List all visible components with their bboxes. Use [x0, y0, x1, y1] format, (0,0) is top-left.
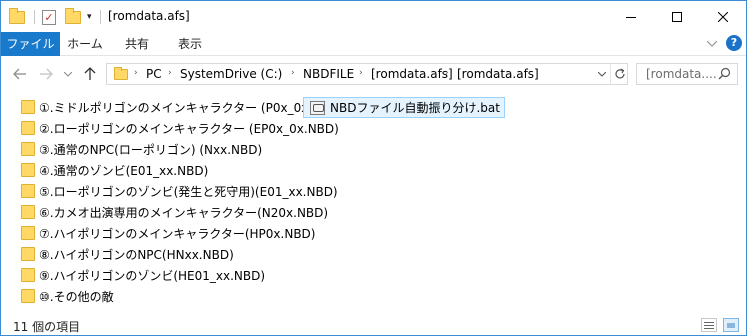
- batch-file-icon: [310, 100, 325, 115]
- breadcrumb-nbdfile[interactable]: NBDFILE: [303, 67, 354, 81]
- chevron-right-icon[interactable]: ›: [291, 68, 295, 78]
- breadcrumb-pc[interactable]: PC: [146, 67, 162, 81]
- customize-toolbar-icon[interactable]: ▾: [87, 8, 92, 26]
- folder-name: ④.通常のゾンビ(E01_xx.NBD): [39, 163, 209, 178]
- folder-icon: [21, 247, 35, 261]
- chevron-right-icon[interactable]: ›: [445, 68, 449, 78]
- navigation-bar: › PC › SystemDrive (C:) › NBDFILE › [rom…: [1, 57, 746, 91]
- search-icon[interactable]: [718, 67, 731, 83]
- close-button[interactable]: [700, 1, 746, 32]
- breadcrumb-romdata-afs-current[interactable]: [romdata.afs]: [457, 67, 539, 81]
- address-history-button[interactable]: [594, 64, 610, 84]
- folder-name: ②.ローポリゴンのメインキャラクター (EP0x_0x.NBD): [39, 121, 339, 136]
- breadcrumb-systemdrive[interactable]: SystemDrive (C:): [180, 67, 282, 81]
- chevron-down-icon: [707, 41, 717, 47]
- ribbon-expand-button[interactable]: [704, 36, 720, 52]
- folder-icon: [21, 163, 35, 177]
- arrow-left-icon: [13, 68, 26, 80]
- window-title: [romdata.afs]: [108, 9, 190, 23]
- status-bar: 11 個の項目: [1, 315, 746, 335]
- chevron-right-icon[interactable]: ›: [134, 68, 138, 78]
- forward-button[interactable]: [37, 65, 55, 83]
- folder-icon: [21, 226, 35, 240]
- chevron-down-icon: [598, 71, 606, 77]
- folder-icon: [21, 100, 35, 114]
- back-button[interactable]: [11, 65, 29, 83]
- list-item[interactable]: ⑤.ローポリゴンのゾンビ(発生と死守用)(E01_xx.NBD): [21, 181, 338, 201]
- folder-name: ⑦.ハイポリゴンのメインキャラクター(HP0x.NBD): [39, 226, 316, 241]
- folder-icon: [21, 205, 35, 219]
- refresh-icon: [614, 68, 625, 79]
- search-input[interactable]: [romdata....: [646, 67, 717, 81]
- breadcrumb-romdata-afs[interactable]: [romdata.afs]: [371, 67, 453, 81]
- list-item[interactable]: ⑥.カメオ出演専用のメインキャラクター(N20x.NBD): [21, 202, 328, 222]
- up-button[interactable]: [81, 65, 99, 83]
- maximize-icon: [672, 11, 682, 22]
- folder-name: ③.通常のNPC(ローポリゴン) (Nxx.NBD): [39, 142, 263, 157]
- properties-icon[interactable]: ✓: [42, 8, 56, 26]
- folder-name: ⑥.カメオ出演専用のメインキャラクター(N20x.NBD): [39, 205, 329, 220]
- tab-home[interactable]: ホーム: [62, 32, 108, 56]
- list-item[interactable]: ③.通常のNPC(ローポリゴン) (Nxx.NBD): [21, 139, 262, 159]
- folder-icon: [21, 184, 35, 198]
- refresh-button[interactable]: [610, 64, 628, 84]
- list-item[interactable]: ⑨.ハイポリゴンのゾンビ(HE01_xx.NBD): [21, 265, 265, 285]
- folder-icon: [114, 67, 128, 80]
- tab-file[interactable]: ファイル: [1, 32, 60, 56]
- folder-name: ⑨.ハイポリゴンのゾンビ(HE01_xx.NBD): [39, 268, 266, 283]
- large-icons-view-button[interactable]: [723, 318, 739, 332]
- chevron-down-icon: [64, 71, 72, 77]
- tab-share[interactable]: 共有: [115, 32, 159, 56]
- ribbon: ファイル ホーム 共有 表示 ?: [1, 32, 746, 56]
- new-folder-icon[interactable]: [65, 7, 81, 26]
- explorer-window: ✓ ▾ [romdata.afs] ファイル ホーム 共有 表示 ? › PC …: [0, 0, 747, 336]
- search-box[interactable]: [romdata....: [636, 63, 738, 85]
- minimize-icon: [626, 16, 636, 18]
- folder-name: ⑧.ハイポリゴンのNPC(HNxx.NBD): [39, 247, 234, 262]
- folder-icon: [21, 268, 35, 282]
- list-item[interactable]: ⑩.その他の敵: [21, 286, 114, 306]
- tab-view[interactable]: 表示: [167, 32, 213, 56]
- list-item[interactable]: ⑧.ハイポリゴンのNPC(HNxx.NBD): [21, 244, 234, 264]
- file-name: NBDファイル自動振り分け.bat: [330, 101, 500, 115]
- folder-icon: [21, 121, 35, 135]
- chevron-right-icon[interactable]: ›: [359, 68, 363, 78]
- maximize-button[interactable]: [654, 1, 700, 32]
- folder-icon: [21, 289, 35, 303]
- chevron-right-icon[interactable]: ›: [168, 68, 172, 78]
- folder-name: ⑤.ローポリゴンのゾンビ(発生と死守用)(E01_xx.NBD): [39, 184, 338, 199]
- details-view-button[interactable]: [701, 318, 717, 332]
- list-item-selected[interactable]: NBDファイル自動振り分け.bat: [303, 97, 505, 118]
- item-count: 11 個の項目: [13, 320, 81, 334]
- list-item[interactable]: ④.通常のゾンビ(E01_xx.NBD): [21, 160, 208, 180]
- folder-name: ①.ミドルポリゴンのメインキャラクター (P0x_0x.NBD): [39, 100, 344, 115]
- minimize-button[interactable]: [608, 1, 654, 32]
- address-bar[interactable]: › PC › SystemDrive (C:) › NBDFILE › [rom…: [106, 63, 628, 85]
- arrow-right-icon: [40, 68, 53, 80]
- close-icon: [718, 11, 728, 22]
- title-bar: ✓ ▾ [romdata.afs]: [1, 1, 746, 32]
- list-item[interactable]: ⑦.ハイポリゴンのメインキャラクター(HP0x.NBD): [21, 223, 315, 243]
- list-item[interactable]: ②.ローポリゴンのメインキャラクター (EP0x_0x.NBD): [21, 118, 339, 138]
- folder-name: ⑩.その他の敵: [39, 289, 114, 304]
- divider: [34, 10, 35, 24]
- folder-icon: [9, 7, 25, 26]
- file-list: ①.ミドルポリゴンのメインキャラクター (P0x_0x.NBD) ②.ローポリゴ…: [1, 93, 746, 315]
- list-item[interactable]: ①.ミドルポリゴンのメインキャラクター (P0x_0x.NBD): [21, 97, 343, 117]
- divider: [100, 10, 101, 24]
- help-icon[interactable]: ?: [726, 35, 742, 51]
- arrow-up-icon: [84, 67, 96, 80]
- folder-icon: [21, 142, 35, 156]
- recent-locations-button[interactable]: [59, 65, 77, 83]
